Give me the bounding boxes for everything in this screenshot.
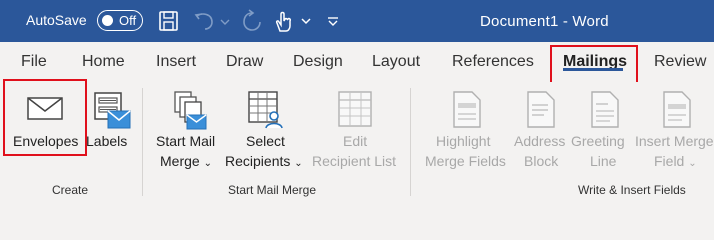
tab-review[interactable]: Review <box>654 53 706 71</box>
undo-dropdown-chevron-icon[interactable] <box>220 9 230 33</box>
edit-recipient-list-label-line1[interactable]: Edit <box>343 131 367 151</box>
start-mail-merge-label-line1[interactable]: Start Mail <box>156 131 215 151</box>
customize-toolbar-icon[interactable] <box>327 9 339 33</box>
select-recipients-label-line2[interactable]: Recipients ⌄ <box>225 151 303 174</box>
greeting-line-label-line2[interactable]: Line <box>590 151 616 171</box>
address-block-label-line1[interactable]: Address <box>514 131 565 151</box>
insert-merge-field-icon <box>663 91 691 128</box>
group-separator <box>142 88 143 196</box>
insert-merge-field-label-line2[interactable]: Field ⌄ <box>654 151 697 174</box>
highlight-merge-fields-label-line2[interactable]: Merge Fields <box>425 151 506 171</box>
autosave-state: Off <box>119 13 137 28</box>
tab-layout[interactable]: Layout <box>372 53 420 71</box>
title-bar: AutoSave Off Document1 - Word <box>0 0 714 42</box>
chevron-down-icon: ⌄ <box>688 158 697 169</box>
tab-references[interactable]: References <box>452 53 534 71</box>
labels-icon <box>94 92 131 129</box>
insert-merge-field-text: Field <box>654 153 685 169</box>
address-block-label-line2[interactable]: Block <box>524 151 558 171</box>
greeting-line-icon <box>591 91 619 128</box>
highlight-merge-fields-icon <box>453 91 481 128</box>
start-mail-merge-label-line2[interactable]: Merge ⌄ <box>160 151 212 174</box>
select-recipients-text: Recipients <box>225 153 291 169</box>
autosave-toggle[interactable]: Off <box>97 10 143 31</box>
select-recipients-label-line1[interactable]: Select <box>246 131 285 151</box>
redo-icon[interactable] <box>240 9 264 33</box>
autosave-label: AutoSave <box>26 12 87 28</box>
group-label-write-insert-fields: Write & Insert Fields <box>578 183 686 197</box>
chevron-down-icon: ⌄ <box>294 158 303 169</box>
mailings-highlight-box <box>550 45 638 85</box>
tab-draw[interactable]: Draw <box>226 53 263 71</box>
group-label-create: Create <box>52 183 89 197</box>
highlight-merge-fields-label-line1[interactable]: Highlight <box>436 131 490 151</box>
group-separator <box>410 88 411 196</box>
insert-merge-field-label-line1[interactable]: Insert Merge <box>635 131 714 151</box>
document-title: Document1 - Word <box>480 13 609 30</box>
chevron-down-icon: ⌄ <box>203 158 212 169</box>
greeting-line-label-line1[interactable]: Greeting <box>571 131 625 151</box>
envelopes-highlight-box <box>3 79 87 156</box>
labels-button[interactable]: Labels <box>86 131 127 151</box>
touch-dropdown-chevron-icon[interactable] <box>300 9 312 33</box>
select-recipients-icon <box>248 91 283 129</box>
tab-home[interactable]: Home <box>82 53 125 71</box>
touch-mode-icon[interactable] <box>272 9 294 33</box>
start-mail-merge-text: Merge <box>160 153 200 169</box>
tab-design[interactable]: Design <box>293 53 343 71</box>
address-block-icon <box>527 91 555 128</box>
undo-icon[interactable] <box>193 9 217 33</box>
group-label-start-mail-merge: Start Mail Merge <box>228 183 317 197</box>
toggle-knob <box>102 15 113 26</box>
edit-recipient-list-label-line2[interactable]: Recipient List <box>312 151 396 171</box>
tab-insert[interactable]: Insert <box>156 53 196 71</box>
start-mail-merge-icon <box>174 91 207 130</box>
save-icon[interactable] <box>158 9 180 33</box>
tab-file[interactable]: File <box>21 53 47 71</box>
edit-recipient-list-icon <box>338 91 372 127</box>
